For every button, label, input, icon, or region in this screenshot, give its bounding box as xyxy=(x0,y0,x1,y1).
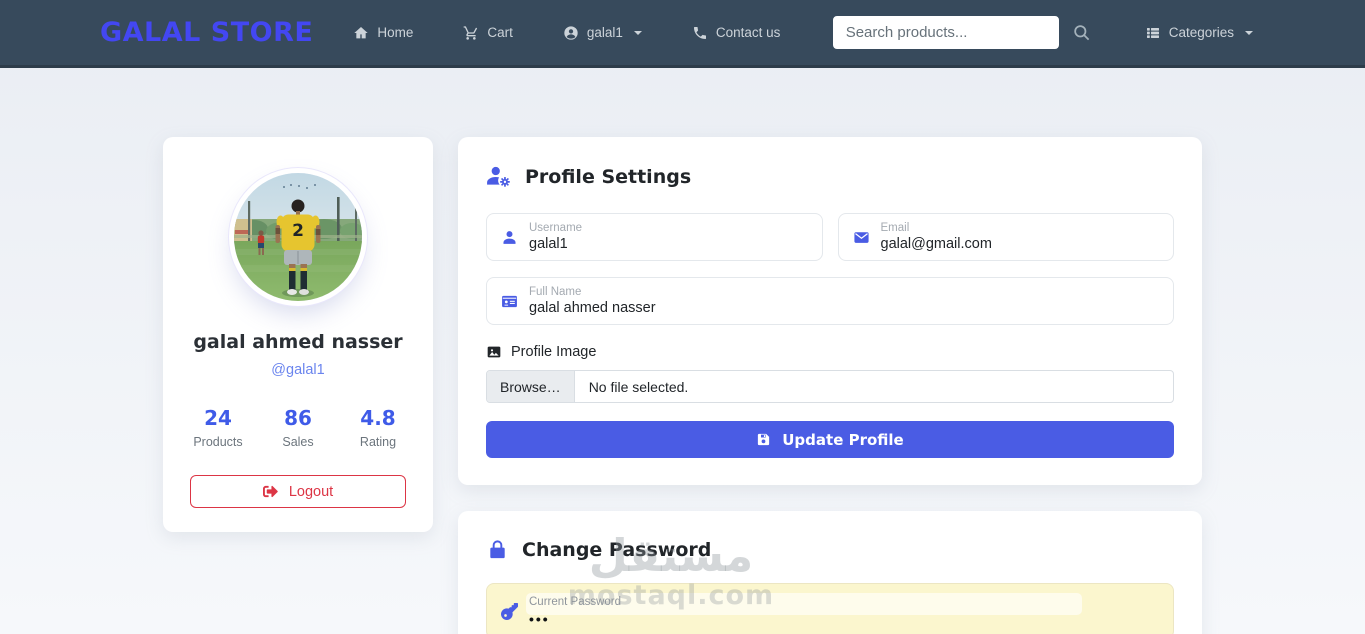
nav-label: Categories xyxy=(1168,25,1234,40)
field-text: Full Name galal ahmed nasser xyxy=(529,286,656,316)
field-value: galal@gmail.com xyxy=(880,236,992,252)
field-label: Current Password xyxy=(529,595,622,608)
stat-value: 86 xyxy=(284,406,312,430)
phone-icon xyxy=(693,26,706,39)
logout-button[interactable]: Logout xyxy=(190,475,406,508)
logout-icon xyxy=(262,485,278,498)
stat-rating: 4.8 Rating xyxy=(353,406,403,449)
logout-label: Logout xyxy=(288,483,334,500)
change-password-card: Change Password Current Password ••• xyxy=(458,511,1202,634)
field-text: Username galal1 xyxy=(529,222,582,252)
current-password-field[interactable]: Current Password ••• xyxy=(486,583,1174,634)
lock-icon xyxy=(490,540,505,559)
id-card-icon xyxy=(502,295,517,307)
nav-item-user-dropdown[interactable]: galal1 xyxy=(563,25,642,41)
field-text: Email galal@gmail.com xyxy=(881,222,992,252)
field-label: Email xyxy=(880,222,910,234)
avatar: 2 xyxy=(234,173,362,301)
card-header: Profile Settings xyxy=(486,164,1174,190)
browse-button[interactable]: Browse… xyxy=(487,371,575,402)
settings-column: Profile Settings Username galal1 Email g… xyxy=(458,137,1202,634)
stat-label: Sales xyxy=(282,435,314,449)
card-header: Change Password xyxy=(486,538,1174,561)
profile-handle[interactable]: @galal1 xyxy=(190,362,406,378)
search-input[interactable] xyxy=(832,16,1059,49)
page: GALAL STORE Home Cart galal1 Contact us xyxy=(0,0,1365,634)
profile-name: galal ahmed nasser xyxy=(193,331,403,353)
username-field[interactable]: Username galal1 xyxy=(486,213,823,261)
field-label: Username xyxy=(529,222,583,234)
stats-row: 24 Products 86 Sales 4.8 Rating xyxy=(190,406,406,449)
nav-item-home[interactable]: Home xyxy=(353,25,413,41)
nav-label: galal1 xyxy=(586,25,623,40)
field-value: galal ahmed nasser xyxy=(529,300,656,316)
users-cog-icon xyxy=(487,166,510,187)
nav-item-cart[interactable]: Cart xyxy=(463,25,513,41)
nav-item-contact[interactable]: Contact us xyxy=(692,25,781,41)
caret-down-icon xyxy=(633,30,642,35)
main-content: 2 galal ahmed nasser @galal1 24 Products… xyxy=(0,68,1365,634)
file-status: No file selected. xyxy=(588,378,689,395)
search-button[interactable] xyxy=(1072,23,1091,42)
full-name-field[interactable]: Full Name galal ahmed nasser xyxy=(486,277,1174,325)
categories-dropdown[interactable]: Categories xyxy=(1145,25,1253,41)
field-text: Current Password ••• xyxy=(526,592,1159,627)
navbar: GALAL STORE Home Cart galal1 Contact us xyxy=(0,0,1365,68)
key-icon xyxy=(501,602,518,620)
avatar-photo: 2 xyxy=(234,173,362,301)
stat-products: 24 Products xyxy=(193,406,243,449)
caret-down-icon xyxy=(1245,30,1253,35)
stat-label: Rating xyxy=(359,435,397,449)
fields-row: Username galal1 Email galal@gmail.com xyxy=(486,213,1174,261)
user-icon xyxy=(503,230,516,244)
categories-icon xyxy=(1146,27,1159,38)
update-profile-label: Update Profile xyxy=(782,430,904,449)
save-icon xyxy=(758,433,770,446)
svg-text:2: 2 xyxy=(292,221,304,241)
nav-label: Home xyxy=(377,25,414,40)
field-label: Full Name xyxy=(529,286,582,298)
profile-image-file-input[interactable]: Browse… No file selected. xyxy=(486,370,1174,403)
nav-label: Cart xyxy=(487,25,513,40)
stat-sales: 86 Sales xyxy=(273,406,323,449)
profile-image-label-text: Profile Image xyxy=(511,344,597,360)
brand-logo[interactable]: GALAL STORE xyxy=(100,17,313,48)
card-title: Change Password xyxy=(522,538,712,561)
envelope-icon xyxy=(853,231,869,243)
profile-settings-card: Profile Settings Username galal1 Email g… xyxy=(458,137,1202,485)
search-icon xyxy=(1073,25,1089,41)
profile-card: 2 galal ahmed nasser @galal1 24 Products… xyxy=(163,137,433,532)
field-value: galal1 xyxy=(529,236,568,252)
cart-icon xyxy=(464,25,478,40)
update-profile-button[interactable]: Update Profile xyxy=(486,421,1174,458)
stat-value: 24 xyxy=(204,406,232,430)
image-icon xyxy=(487,346,501,358)
field-value: ••• xyxy=(529,610,550,627)
user-circle-icon xyxy=(564,25,578,40)
stat-value: 4.8 xyxy=(360,406,396,430)
profile-image-label: Profile Image xyxy=(486,344,1174,360)
email-field[interactable]: Email galal@gmail.com xyxy=(837,213,1174,261)
home-icon xyxy=(354,26,368,38)
card-title: Profile Settings xyxy=(525,166,692,188)
nav-items: Home Cart galal1 Contact us xyxy=(353,25,780,41)
stat-label: Products xyxy=(193,435,243,449)
search-group xyxy=(832,16,1105,49)
nav-label: Contact us xyxy=(715,25,781,40)
